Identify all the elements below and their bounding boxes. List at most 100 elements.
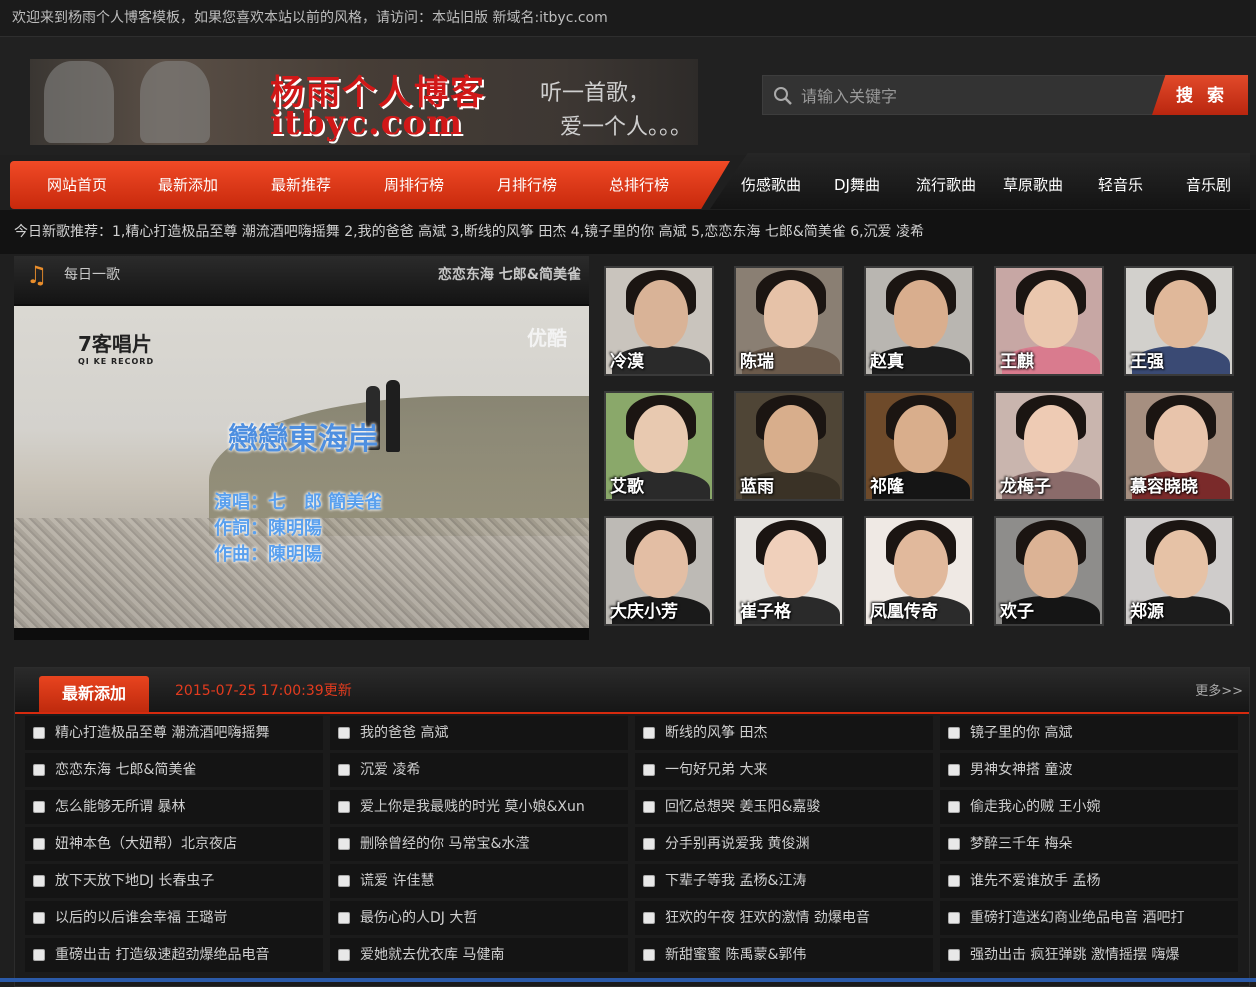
artist-card[interactable]: 赵真 — [864, 266, 974, 376]
song-checkbox[interactable] — [33, 912, 45, 924]
song-list-item[interactable]: 谎爱 许佳慧 — [330, 864, 628, 898]
nav-genre-musical[interactable]: 音乐剧 — [1186, 161, 1231, 209]
search-button[interactable]: 搜 索 — [1152, 75, 1248, 115]
song-checkbox[interactable] — [338, 875, 350, 887]
song-list-item[interactable]: 男神女神搭 童波 — [940, 753, 1238, 787]
song-list-item[interactable]: 我的爸爸 高斌 — [330, 716, 628, 750]
song-title[interactable]: 沉爱 凌希 — [360, 753, 420, 787]
artist-card[interactable]: 凤凰传奇 — [864, 516, 974, 626]
song-title[interactable]: 男神女神搭 童波 — [970, 753, 1072, 787]
song-list-item[interactable]: 狂欢的午夜 狂欢的激情 劲爆电音 — [635, 901, 933, 935]
song-checkbox[interactable] — [33, 727, 45, 739]
song-list-item[interactable]: 精心打造极品至尊 潮流酒吧嗨摇舞 — [25, 716, 323, 750]
song-checkbox[interactable] — [643, 727, 655, 739]
song-title[interactable]: 梦醉三千年 梅朵 — [970, 827, 1072, 861]
artist-card[interactable]: 祁隆 — [864, 391, 974, 501]
song-title[interactable]: 下辈子等我 孟杨&江涛 — [665, 864, 806, 898]
artist-card[interactable]: 郑源 — [1124, 516, 1234, 626]
song-list-item[interactable]: 谁先不爱谁放手 孟杨 — [940, 864, 1238, 898]
daily-song-title[interactable]: 恋恋东海 七郎&简美雀 — [438, 264, 581, 284]
song-list-item[interactable]: 放下天放下地DJ 长春虫子 — [25, 864, 323, 898]
song-title[interactable]: 爱她就去优衣库 马健南 — [360, 938, 504, 972]
tab-latest[interactable]: 最新添加 — [39, 676, 149, 712]
song-title[interactable]: 爱上你是我最贱的时光 莫小娘&Xun — [360, 790, 585, 824]
song-list-item[interactable]: 强劲出击 疯狂弹跳 激情摇摆 嗨爆 — [940, 938, 1238, 972]
song-list-item[interactable]: 下辈子等我 孟杨&江涛 — [635, 864, 933, 898]
nav-monthly-chart[interactable]: 月排行榜 — [497, 161, 557, 209]
nav-genre-dj[interactable]: DJ舞曲 — [834, 161, 880, 209]
song-list-item[interactable]: 怎么能够无所谓 暴林 — [25, 790, 323, 824]
artist-card[interactable]: 蓝雨 — [734, 391, 844, 501]
artist-card[interactable]: 王麒 — [994, 266, 1104, 376]
song-checkbox[interactable] — [948, 912, 960, 924]
song-list-item[interactable]: 新甜蜜蜜 陈禹蒙&郭伟 — [635, 938, 933, 972]
song-checkbox[interactable] — [948, 875, 960, 887]
song-list-item[interactable]: 梦醉三千年 梅朵 — [940, 827, 1238, 861]
song-title[interactable]: 镜子里的你 高斌 — [970, 716, 1072, 750]
song-title[interactable]: 删除曾经的你 马常宝&水滢 — [360, 827, 529, 861]
nav-total-chart[interactable]: 总排行榜 — [609, 161, 669, 209]
video-player[interactable]: 7客唱片 QI KE RECORD 优酷 戀戀東海岸 演唱：七 郎 簡美雀 作詞… — [14, 306, 589, 628]
song-checkbox[interactable] — [643, 764, 655, 776]
artist-card[interactable]: 欢子 — [994, 516, 1104, 626]
song-list-item[interactable]: 分手别再说爱我 黄俊渊 — [635, 827, 933, 861]
nav-genre-sad[interactable]: 伤感歌曲 — [741, 161, 801, 209]
song-checkbox[interactable] — [33, 949, 45, 961]
song-checkbox[interactable] — [948, 838, 960, 850]
song-checkbox[interactable] — [948, 801, 960, 813]
song-title[interactable]: 断线的风筝 田杰 — [665, 716, 767, 750]
song-title[interactable]: 恋恋东海 七郎&简美雀 — [55, 753, 196, 787]
song-checkbox[interactable] — [643, 912, 655, 924]
search-input[interactable] — [799, 82, 1143, 110]
song-checkbox[interactable] — [643, 949, 655, 961]
nav-home[interactable]: 网站首页 — [47, 161, 107, 209]
song-list-item[interactable]: 爱她就去优衣库 马健南 — [330, 938, 628, 972]
more-link[interactable]: 更多>> — [1195, 680, 1243, 699]
nav-genre-grassland[interactable]: 草原歌曲 — [1003, 161, 1063, 209]
artist-card[interactable]: 陈瑞 — [734, 266, 844, 376]
song-checkbox[interactable] — [948, 764, 960, 776]
song-title[interactable]: 谁先不爱谁放手 孟杨 — [970, 864, 1100, 898]
new-songs-marquee[interactable]: 今日新歌推荐：1,精心打造极品至尊 潮流酒吧嗨摇舞 2,我的爸爸 高斌 3,断线… — [0, 210, 1256, 254]
song-list-item[interactable]: 沉爱 凌希 — [330, 753, 628, 787]
song-list-item[interactable]: 以后的以后谁会幸福 王璐岢 — [25, 901, 323, 935]
song-list-item[interactable]: 爱上你是我最贱的时光 莫小娘&Xun — [330, 790, 628, 824]
song-checkbox[interactable] — [33, 838, 45, 850]
song-title[interactable]: 重磅出击 打造级速超劲爆绝品电音 — [55, 938, 269, 972]
song-checkbox[interactable] — [338, 764, 350, 776]
song-checkbox[interactable] — [338, 727, 350, 739]
nav-weekly-chart[interactable]: 周排行榜 — [384, 161, 444, 209]
song-title[interactable]: 狂欢的午夜 狂欢的激情 劲爆电音 — [665, 901, 870, 935]
song-list-item[interactable]: 最伤心的人DJ 大哲 — [330, 901, 628, 935]
artist-card[interactable]: 冷漠 — [604, 266, 714, 376]
song-list-item[interactable]: 偷走我心的贼 王小婉 — [940, 790, 1238, 824]
song-list-item[interactable]: 恋恋东海 七郎&简美雀 — [25, 753, 323, 787]
artist-card[interactable]: 大庆小芳 — [604, 516, 714, 626]
song-title[interactable]: 精心打造极品至尊 潮流酒吧嗨摇舞 — [55, 716, 269, 750]
song-title[interactable]: 新甜蜜蜜 陈禹蒙&郭伟 — [665, 938, 806, 972]
artist-card[interactable]: 王强 — [1124, 266, 1234, 376]
song-title[interactable]: 放下天放下地DJ 长春虫子 — [55, 864, 214, 898]
artist-card[interactable]: 崔子格 — [734, 516, 844, 626]
song-title[interactable]: 最伤心的人DJ 大哲 — [360, 901, 477, 935]
song-checkbox[interactable] — [948, 949, 960, 961]
song-checkbox[interactable] — [948, 727, 960, 739]
song-title[interactable]: 一句好兄弟 大来 — [665, 753, 767, 787]
song-list-item[interactable]: 一句好兄弟 大来 — [635, 753, 933, 787]
nav-recommended[interactable]: 最新推荐 — [271, 161, 331, 209]
song-checkbox[interactable] — [338, 838, 350, 850]
song-title[interactable]: 分手别再说爱我 黄俊渊 — [665, 827, 809, 861]
song-list-item[interactable]: 重磅出击 打造级速超劲爆绝品电音 — [25, 938, 323, 972]
song-title[interactable]: 重磅打造迷幻商业绝品电音 酒吧打 — [970, 901, 1184, 935]
song-title[interactable]: 怎么能够无所谓 暴林 — [55, 790, 185, 824]
song-checkbox[interactable] — [643, 875, 655, 887]
song-list-item[interactable]: 删除曾经的你 马常宝&水滢 — [330, 827, 628, 861]
song-title[interactable]: 回忆总想哭 姜玉阳&嘉骏 — [665, 790, 820, 824]
song-list-item[interactable]: 妞神本色（大妞帮）北京夜店 — [25, 827, 323, 861]
song-title[interactable]: 我的爸爸 高斌 — [360, 716, 448, 750]
song-checkbox[interactable] — [33, 801, 45, 813]
artist-card[interactable]: 龙梅子 — [994, 391, 1104, 501]
artist-card[interactable]: 慕容晓晓 — [1124, 391, 1234, 501]
song-checkbox[interactable] — [643, 838, 655, 850]
song-checkbox[interactable] — [338, 912, 350, 924]
